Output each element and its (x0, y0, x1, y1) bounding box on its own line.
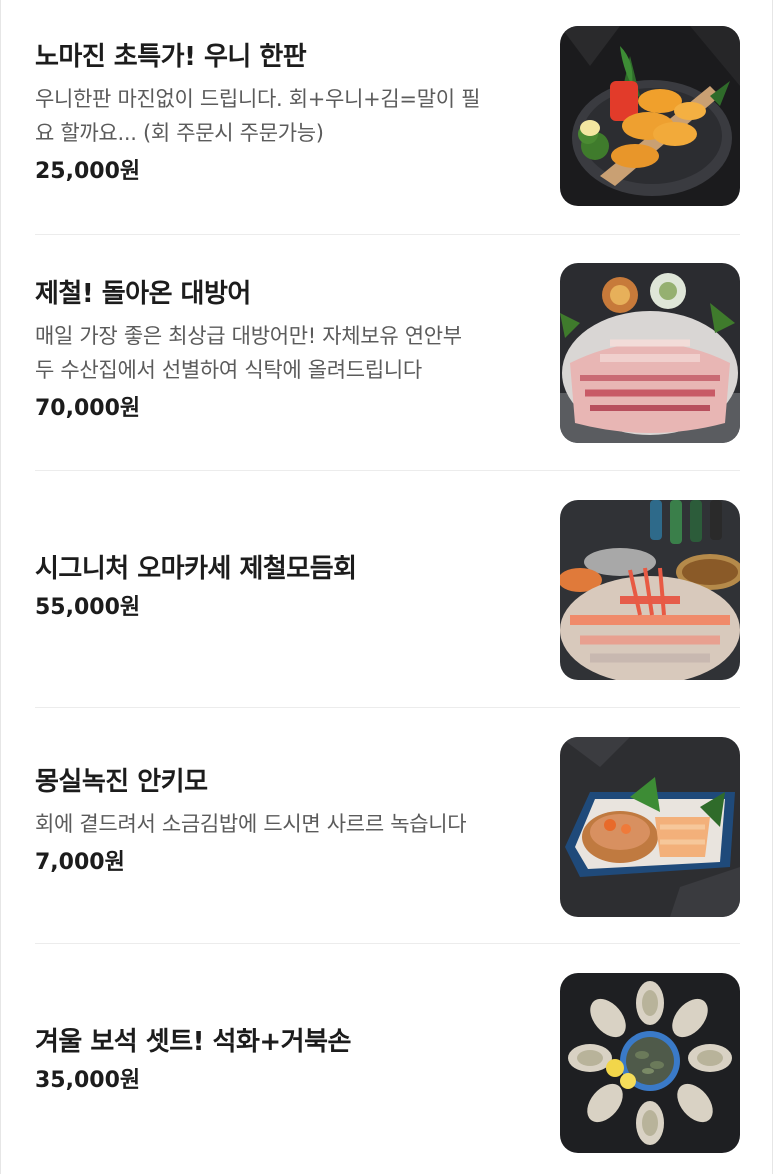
oyster-platter-photo[interactable] (560, 973, 740, 1153)
omakase-sashimi-photo[interactable] (560, 500, 740, 680)
menu-item-description-line: 매일 가장 좋은 최상급 대방어만! 자체보유 연안부 (35, 324, 462, 348)
menu-item-name: 시그니처 오마카세 제철모듬회 (35, 554, 357, 584)
menu-item[interactable]: 노마진 초특가! 우니 한판 우니한판 마진없이 드립니다. 회+우니+김=말이… (35, 26, 740, 206)
menu-item-price: 70,000원 (35, 396, 141, 421)
menu-item-price: 25,000원 (35, 159, 141, 184)
menu-item[interactable]: 몽실녹진 안키모 회에 곁드려서 소금김밥에 드시면 사르르 녹습니다 7,00… (35, 737, 740, 917)
menu-item-description: 회에 곁드려서 소금김밥에 드시면 사르르 녹습니다 (35, 807, 535, 841)
divider (35, 470, 740, 471)
sea-urchin-platter-photo[interactable] (560, 26, 740, 206)
menu-item-description: 매일 가장 좋은 최상급 대방어만! 자체보유 연안부 두 수산집에서 선별하여… (35, 319, 535, 387)
menu-item-description: 우니한판 마진없이 드립니다. 회+우니+김=말이 필 요 할까요... (회 … (35, 82, 535, 150)
menu-item-description-line: 회에 곁드려서 소금김밥에 드시면 사르르 녹습니다 (35, 812, 467, 836)
menu-item-text: 시그니처 오마카세 제철모듬회 55,000원 (35, 552, 535, 624)
menu-item-description-line: 우니한판 마진없이 드립니다. 회+우니+김=말이 필 (35, 87, 481, 111)
menu-item-text: 노마진 초특가! 우니 한판 우니한판 마진없이 드립니다. 회+우니+김=말이… (35, 40, 535, 188)
ankimo-plate-photo[interactable] (560, 737, 740, 917)
menu-item-description-line: 요 할까요... (회 주문시 주문가능) (35, 121, 324, 145)
divider (35, 234, 740, 235)
menu-item-name: 몽실녹진 안키모 (35, 767, 208, 797)
menu-item[interactable]: 시그니처 오마카세 제철모듬회 55,000원 (35, 500, 740, 680)
menu-item-name: 겨울 보석 셋트! 석화+거북손 (35, 1027, 351, 1057)
menu-item[interactable]: 겨울 보석 셋트! 석화+거북손 35,000원 (35, 973, 740, 1153)
yellowtail-sashimi-photo[interactable] (560, 263, 740, 443)
menu-item-text: 제철! 돌아온 대방어 매일 가장 좋은 최상급 대방어만! 자체보유 연안부 … (35, 277, 535, 425)
divider (35, 943, 740, 944)
menu-item-price: 55,000원 (35, 595, 141, 620)
divider (35, 707, 740, 708)
menu-list: 노마진 초특가! 우니 한판 우니한판 마진없이 드립니다. 회+우니+김=말이… (0, 0, 773, 1174)
menu-item-price: 35,000원 (35, 1068, 141, 1093)
menu-item-price: 7,000원 (35, 850, 125, 875)
menu-item-description-line: 두 수산집에서 선별하여 식탁에 올려드립니다 (35, 358, 422, 382)
menu-item-name: 제철! 돌아온 대방어 (35, 279, 251, 309)
menu-item-text: 겨울 보석 셋트! 석화+거북손 35,000원 (35, 1025, 535, 1097)
menu-item[interactable]: 제철! 돌아온 대방어 매일 가장 좋은 최상급 대방어만! 자체보유 연안부 … (35, 263, 740, 443)
menu-item-text: 몽실녹진 안키모 회에 곁드려서 소금김밥에 드시면 사르르 녹습니다 7,00… (35, 765, 535, 879)
menu-item-name: 노마진 초특가! 우니 한판 (35, 42, 307, 72)
